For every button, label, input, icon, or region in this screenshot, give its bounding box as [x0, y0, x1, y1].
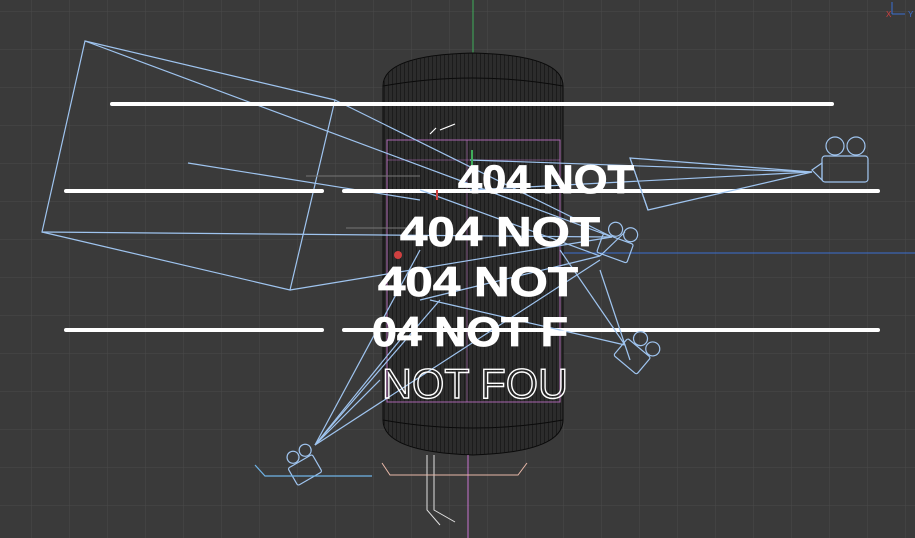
text-layer-3[interactable]: 404 NOT — [378, 258, 579, 306]
axis-x-label: X — [886, 10, 892, 19]
text-layer-4[interactable]: 04 NOT F — [372, 308, 569, 356]
3d-viewport[interactable]: 404 NOT 404 NOT 404 NOT 04 NOT F NOT FOU… — [0, 0, 915, 538]
text-layer-1[interactable]: 404 NOT — [458, 158, 635, 203]
text-layer-5[interactable]: NOT FOU — [381, 359, 568, 407]
text-layer-2[interactable]: 404 NOT — [400, 208, 601, 256]
axis-y-label: Y — [908, 10, 914, 19]
